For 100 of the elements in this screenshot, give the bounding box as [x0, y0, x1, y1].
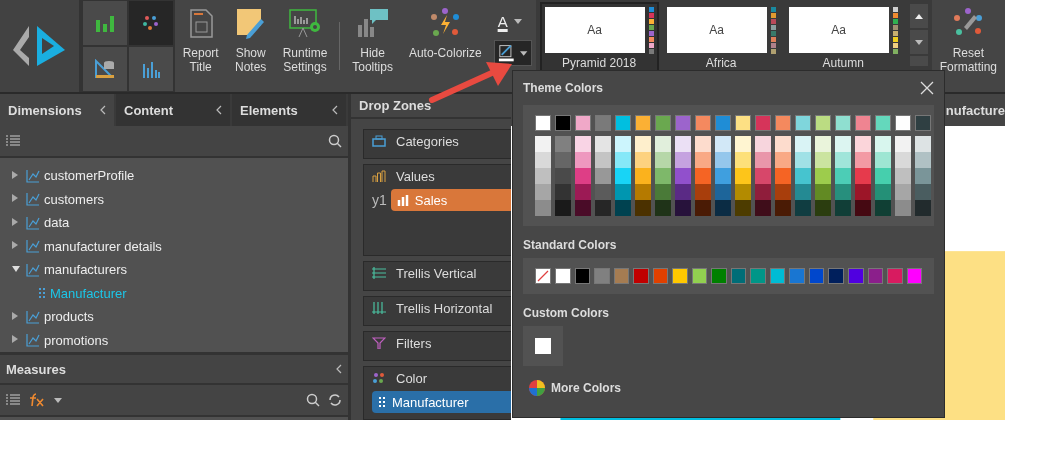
- tree-item[interactable]: products: [44, 309, 94, 325]
- color-swatch[interactable]: [915, 168, 931, 184]
- color-swatch[interactable]: [615, 168, 631, 184]
- color-swatch[interactable]: [755, 168, 771, 184]
- color-swatch[interactable]: [675, 168, 691, 184]
- font-color-button[interactable]: A: [493, 8, 532, 34]
- color-swatch[interactable]: [855, 168, 871, 184]
- ribbon-tile[interactable]: [128, 47, 173, 91]
- color-swatch[interactable]: [875, 200, 891, 216]
- color-swatch[interactable]: [555, 115, 571, 131]
- color-swatch[interactable]: [555, 152, 571, 168]
- color-swatch[interactable]: [691, 268, 708, 284]
- color-swatch[interactable]: [595, 136, 611, 152]
- color-swatch[interactable]: [775, 168, 791, 184]
- color-swatch[interactable]: [715, 152, 731, 168]
- collapse-icon[interactable]: [12, 266, 20, 273]
- color-swatch[interactable]: [635, 200, 651, 216]
- color-swatch[interactable]: [574, 268, 591, 284]
- list-icon[interactable]: [6, 394, 20, 406]
- color-swatch[interactable]: [875, 184, 891, 200]
- dropdown-icon[interactable]: [54, 397, 62, 403]
- tooltips-button[interactable]: Hide Tooltips: [344, 0, 401, 92]
- color-swatch[interactable]: [795, 184, 811, 200]
- expand-icon[interactable]: [12, 217, 18, 226]
- color-swatch[interactable]: [672, 268, 688, 284]
- list-icon[interactable]: [6, 135, 20, 147]
- theme-option[interactable]: Aa Autumn: [783, 2, 903, 92]
- ribbon-tile[interactable]: [82, 1, 127, 45]
- color-swatch[interactable]: [575, 200, 591, 216]
- color-swatch[interactable]: [555, 136, 571, 152]
- color-swatch[interactable]: [535, 168, 551, 184]
- search-icon[interactable]: [306, 393, 320, 407]
- color-swatch[interactable]: [895, 168, 911, 184]
- color-swatch[interactable]: [535, 152, 551, 168]
- tree-item[interactable]: Manufacturer: [50, 285, 127, 301]
- color-swatch[interactable]: [535, 200, 551, 216]
- color-swatch[interactable]: [895, 184, 911, 200]
- tree-item[interactable]: customers: [44, 191, 104, 207]
- color-swatch[interactable]: [595, 200, 611, 216]
- collapse-icon[interactable]: [332, 105, 338, 115]
- color-swatch[interactable]: [735, 184, 751, 200]
- color-swatch[interactable]: [835, 200, 851, 216]
- tree-item[interactable]: promotions: [44, 332, 109, 348]
- color-swatch[interactable]: [795, 200, 811, 216]
- caret-icon[interactable]: [513, 18, 522, 24]
- color-swatch[interactable]: [835, 136, 851, 152]
- color-swatch[interactable]: [875, 115, 891, 131]
- color-swatch[interactable]: [795, 152, 811, 168]
- color-swatch[interactable]: [847, 268, 864, 284]
- color-swatch[interactable]: [655, 136, 671, 152]
- color-swatch[interactable]: [715, 136, 731, 152]
- notes-button[interactable]: Show Notes: [226, 0, 275, 92]
- color-swatch[interactable]: [715, 168, 731, 184]
- color-swatch[interactable]: [555, 184, 571, 200]
- drop-zone[interactable]: Color Manufacturer: [363, 366, 511, 420]
- color-swatch[interactable]: [750, 268, 766, 284]
- color-swatch[interactable]: [789, 268, 805, 284]
- panel-tab[interactable]: Elements: [232, 94, 348, 126]
- color-swatch[interactable]: [795, 168, 811, 184]
- collapse-icon[interactable]: [216, 105, 222, 115]
- color-swatch[interactable]: [655, 168, 671, 184]
- color-swatch[interactable]: [730, 268, 747, 284]
- color-swatch[interactable]: [735, 168, 751, 184]
- panel-tab[interactable]: Dimensions: [0, 94, 116, 126]
- expand-icon[interactable]: [12, 170, 18, 179]
- color-swatch[interactable]: [815, 200, 831, 216]
- color-swatch[interactable]: [594, 268, 610, 284]
- color-swatch[interactable]: [655, 184, 671, 200]
- color-swatch[interactable]: [675, 115, 691, 131]
- report-title-button[interactable]: Report Title: [174, 0, 227, 92]
- drop-zone[interactable]: Trellis Vertical: [363, 261, 511, 291]
- runtime-button[interactable]: Runtime Settings: [274, 0, 336, 92]
- field-chip[interactable]: Manufacturer: [372, 391, 511, 413]
- color-swatch[interactable]: [835, 168, 851, 184]
- color-swatch[interactable]: [855, 136, 871, 152]
- color-swatch[interactable]: [835, 184, 851, 200]
- color-swatch[interactable]: [887, 268, 903, 284]
- refresh-icon[interactable]: [328, 393, 342, 407]
- colorize-button[interactable]: Auto-Colorize: [400, 0, 490, 92]
- no-color-swatch[interactable]: [535, 268, 551, 284]
- scroll-up-icon[interactable]: [914, 13, 923, 19]
- color-swatch[interactable]: [615, 152, 631, 168]
- color-swatch[interactable]: [895, 200, 911, 216]
- color-swatch[interactable]: [652, 268, 669, 284]
- color-swatch[interactable]: [906, 268, 923, 284]
- color-swatch[interactable]: [695, 152, 711, 168]
- color-swatch[interactable]: [735, 200, 751, 216]
- color-swatch[interactable]: [535, 184, 551, 200]
- scroll-down-icon[interactable]: [914, 39, 923, 45]
- color-swatch[interactable]: [835, 152, 851, 168]
- color-swatch[interactable]: [635, 152, 651, 168]
- color-swatch[interactable]: [795, 136, 811, 152]
- color-swatch[interactable]: [655, 200, 671, 216]
- color-swatch[interactable]: [675, 184, 691, 200]
- color-swatch[interactable]: [735, 136, 751, 152]
- color-swatch[interactable]: [775, 152, 791, 168]
- color-swatch[interactable]: [575, 136, 591, 152]
- formula-icon[interactable]: [28, 393, 46, 407]
- color-swatch[interactable]: [615, 136, 631, 152]
- drop-zone[interactable]: Filters: [363, 331, 511, 361]
